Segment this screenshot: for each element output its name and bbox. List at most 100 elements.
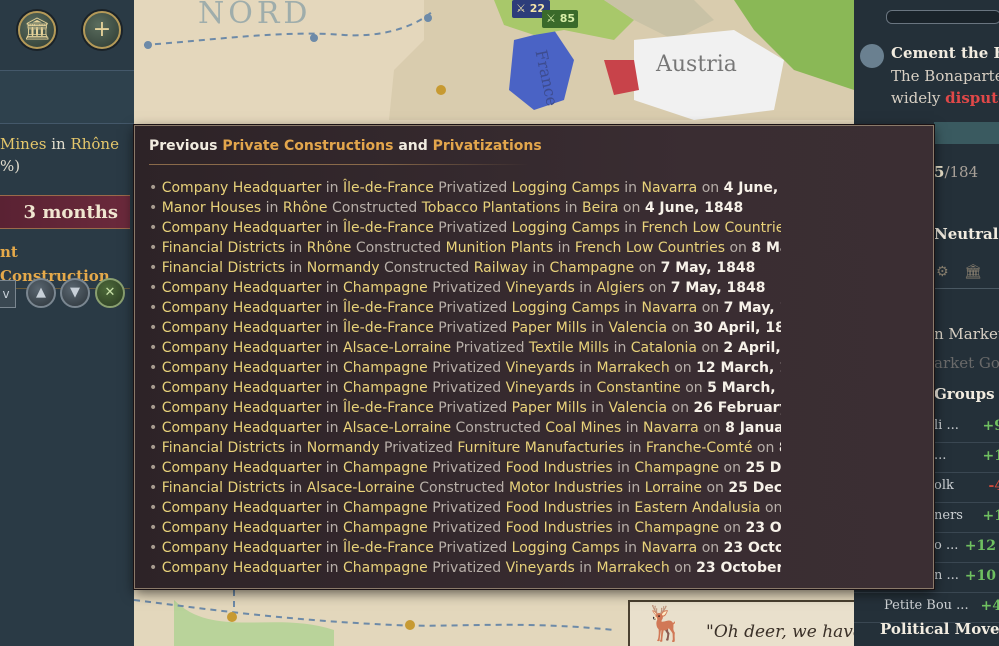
population-total: /184 <box>944 163 979 181</box>
title-previous: Previous <box>149 138 218 154</box>
construction-entry: • Company Headquarter in Champagne Priva… <box>149 378 781 398</box>
entry-state: Champagne <box>343 360 428 376</box>
bullet: • <box>149 400 162 416</box>
entry-in: in <box>325 300 339 316</box>
entry-on: on <box>706 480 724 496</box>
construction-entry: • Company Headquarter in Champagne Priva… <box>149 278 781 298</box>
entry-in: in <box>325 560 339 576</box>
entry-date: 26 February, <box>693 400 781 416</box>
interest-group-row[interactable]: Petite Bou ... +4 <box>854 592 999 623</box>
entry-in: in <box>325 380 339 396</box>
entry-action: Constructed <box>419 480 505 496</box>
entry-action: Constructed <box>455 420 541 436</box>
entry-action: Constructed <box>355 240 442 256</box>
entry-target: Motor Industries <box>509 480 624 496</box>
entry-date: 7 May, 1848 <box>660 260 756 276</box>
entry-on: on <box>674 560 692 576</box>
entry-building: Company Headquarter <box>161 500 322 516</box>
entry-target-state: Valencia <box>608 400 668 416</box>
entry-target: Vineyards <box>505 360 575 376</box>
interest-group-name: Petite Bou ... <box>884 598 969 613</box>
entry-date: 8 <box>779 440 781 456</box>
interest-group-name: li ... <box>934 418 959 433</box>
add-button[interactable]: + <box>83 11 121 49</box>
entry-action: Privatized <box>455 340 525 356</box>
entry-in: in <box>325 420 339 436</box>
construction-entry: • Company Headquarter in Île-de-France P… <box>149 398 781 418</box>
entry-date: 23 October, 1 <box>696 560 781 576</box>
entry-target: Logging Camps <box>511 180 620 196</box>
construction-entry: • Company Headquarter in Champagne Priva… <box>149 558 781 578</box>
construction-entry: • Company Headquarter in Champagne Priva… <box>149 358 781 378</box>
entry-building: Company Headquarter <box>161 320 322 336</box>
entry-action: Privatized <box>432 380 502 396</box>
entry-state: Île-de-France <box>343 220 434 236</box>
entry-date: 2 April, 1 <box>723 340 781 356</box>
entry-date: 30 April, 1848 <box>693 320 781 336</box>
entry-in: in <box>325 340 339 356</box>
entry-action: Privatized <box>432 560 502 576</box>
constructions-list: • Company Headquarter in Île-de-France P… <box>149 178 781 588</box>
bullet: • <box>149 360 162 376</box>
left-panel-strip <box>0 70 134 124</box>
entry-target: Logging Camps <box>511 220 620 236</box>
entry-target-state: Champagne <box>634 520 720 536</box>
cement-icon <box>860 44 884 68</box>
entry-action: Privatized <box>438 320 508 336</box>
entry-building: Manor Houses <box>161 200 262 216</box>
objective-body-prefix: widely <box>891 89 946 107</box>
entry-target-state: Constantine <box>596 380 681 396</box>
entry-in: in <box>625 420 639 436</box>
state-name: Rhône <box>70 135 119 153</box>
entry-in: in <box>325 500 339 516</box>
entry-building: Company Headquarter <box>161 180 322 196</box>
entry-state: Alsace-Lorraine <box>343 340 452 356</box>
entry-in: in <box>617 520 630 536</box>
bullet: • <box>149 540 162 556</box>
building-button[interactable]: 🏛 <box>18 11 56 49</box>
construction-entry: • Financial Districts in Alsace-Lorraine… <box>149 478 781 498</box>
dropdown-button[interactable]: v <box>0 280 16 308</box>
army-badge[interactable]: ⚔ 85 <box>542 10 578 28</box>
bullet: • <box>149 480 162 496</box>
disputed-highlight: disputed <box>945 89 999 107</box>
entry-in: in <box>624 540 638 556</box>
entry-in: in <box>325 320 339 336</box>
move-down-button[interactable]: ▼ <box>60 278 90 308</box>
move-up-button[interactable]: ▲ <box>26 278 56 308</box>
entry-building: Company Headquarter <box>161 420 322 436</box>
entry-on: on <box>701 300 720 316</box>
entry-in: in <box>579 360 592 376</box>
entry-date: 12 March, 18 <box>696 360 781 376</box>
market-label: n Market <box>934 325 999 343</box>
entry-in: in <box>564 200 578 216</box>
entry-in: in <box>624 220 638 236</box>
entry-state: Champagne <box>343 560 428 576</box>
quote-text: "Oh deer, we have <box>706 622 854 642</box>
construction-item-label[interactable]: Mines in Rhône %) <box>0 133 130 177</box>
entry-target-state: Champagne <box>634 460 720 476</box>
entry-on: on <box>703 420 721 436</box>
deer-portrait-icon: 🦌 <box>644 604 687 644</box>
entry-state: Champagne <box>343 500 428 516</box>
cancel-icon: ✕ <box>104 285 116 300</box>
population-value: 5 <box>934 163 945 181</box>
entry-target-state: French Low Countries <box>641 220 782 236</box>
interest-group-value: +12 <box>964 538 996 554</box>
entry-date: 8 May <box>751 240 781 256</box>
status-strip <box>934 122 999 144</box>
entry-action: Constructed <box>331 200 418 216</box>
entry-action: Privatized <box>432 280 502 296</box>
entry-in: in <box>617 460 630 476</box>
construction-entry: • Company Headquarter in Île-de-France P… <box>149 298 781 318</box>
entry-in: in <box>325 360 339 376</box>
entry-target: Food Industries <box>505 520 613 536</box>
cancel-button[interactable]: ✕ <box>95 278 125 308</box>
entry-state: Normandy <box>306 440 380 456</box>
entry-in: in <box>617 500 630 516</box>
left-panel: 🏛 + Mines in Rhône %) 3 months nt Constr… <box>0 0 134 646</box>
tab-strip[interactable]: ⚙ 🏛 <box>934 258 999 289</box>
entry-state: Rhône <box>306 240 352 256</box>
interest-group-name: ners <box>934 508 963 523</box>
bullet: • <box>149 240 162 256</box>
